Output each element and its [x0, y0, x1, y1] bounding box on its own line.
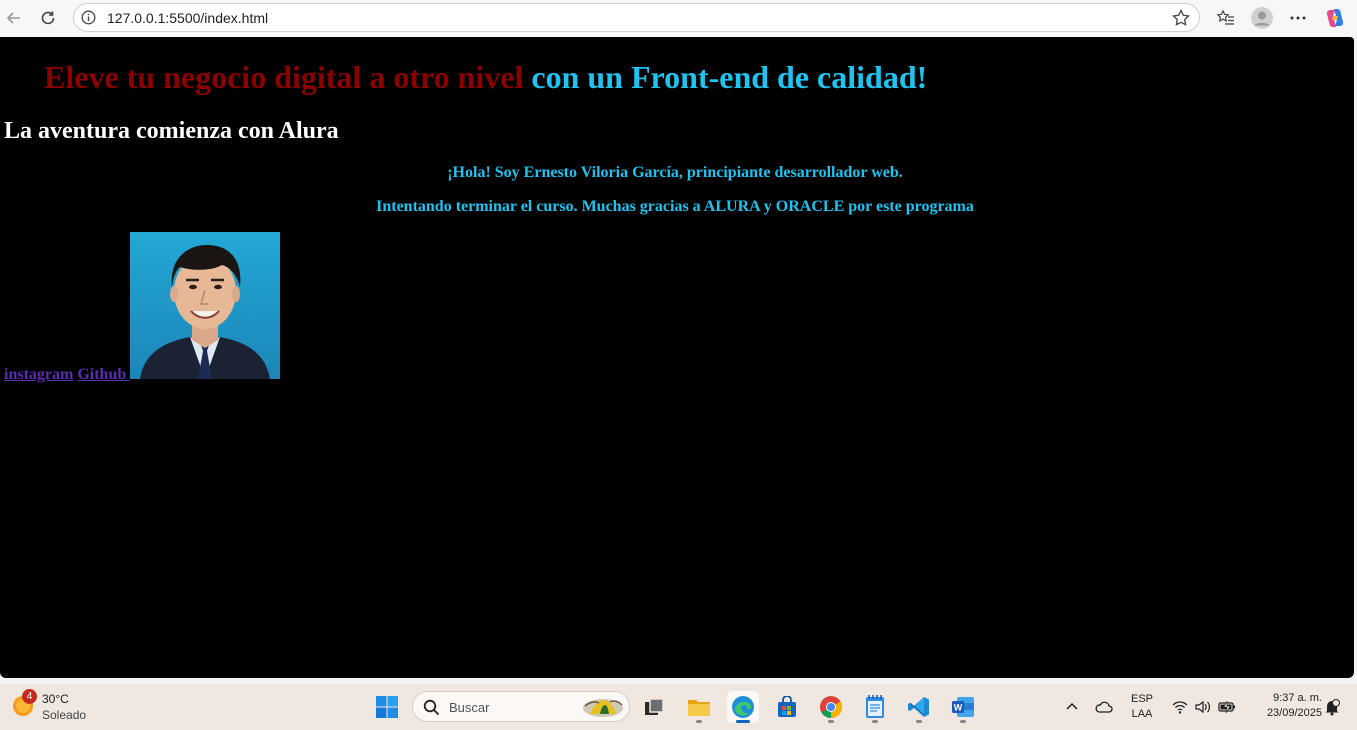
clock-date: 23/09/2025: [1266, 707, 1322, 719]
copilot-icon: [1326, 9, 1344, 27]
chevron-up-icon[interactable]: [1063, 698, 1081, 716]
language-code: ESP: [1130, 693, 1153, 705]
onedrive-cloud-icon[interactable]: [1095, 698, 1113, 716]
weather-description: Soleado: [42, 708, 87, 722]
taskbar-notepad[interactable]: [859, 691, 891, 723]
clock[interactable]: 9:37 a. m. 23/09/2025: [1248, 692, 1322, 719]
clock-time: 9:37 a. m.: [1273, 692, 1322, 704]
social-links: instagram Github: [4, 365, 130, 385]
reload-button[interactable]: [34, 5, 62, 31]
start-button[interactable]: [371, 691, 403, 723]
heading-red-part: Eleve tu negocio digital a otro nivel: [44, 59, 524, 95]
search-icon: [423, 699, 440, 716]
running-indicator: [828, 720, 834, 723]
word-icon: W: [952, 697, 974, 717]
taskbar-vscode[interactable]: [903, 691, 935, 723]
browser-toolbar: 127.0.0.1:5500/index.html: [0, 0, 1357, 37]
notification-bell-icon[interactable]: [1323, 698, 1341, 716]
taskbar-search-box[interactable]: Buscar: [412, 691, 630, 722]
store-bag-icon: [778, 696, 796, 717]
svg-text:W: W: [954, 703, 963, 713]
running-indicator: [916, 720, 922, 723]
search-highlight-art-icon: [583, 699, 623, 717]
taskbar-store[interactable]: [771, 691, 803, 723]
vscode-icon: [908, 697, 929, 717]
thanks-paragraph: Intentando terminar el curso. Muchas gra…: [376, 198, 974, 215]
running-indicator: [872, 720, 878, 723]
language-indicator[interactable]: ESP LAA: [1128, 693, 1156, 720]
chrome-browser-icon: [820, 696, 842, 718]
reload-icon: [41, 11, 55, 25]
taskbar-word[interactable]: W: [947, 691, 979, 723]
profile-button[interactable]: [1249, 5, 1275, 31]
battery-charging-icon[interactable]: [1218, 698, 1236, 716]
settings-menu-button[interactable]: [1285, 5, 1311, 31]
profile-portrait-image: [130, 232, 280, 379]
intro-paragraph: ¡Hola! Soy Ernesto Viloria García, princ…: [447, 164, 903, 181]
github-link-label: Github: [77, 366, 127, 383]
instagram-link[interactable]: instagram: [4, 366, 73, 383]
windows-logo-icon: [376, 696, 398, 718]
weather-notification-badge: 4: [22, 689, 37, 704]
favorites-button[interactable]: [1213, 5, 1239, 31]
wifi-icon[interactable]: [1171, 698, 1189, 716]
keyboard-layout: LAA: [1131, 708, 1153, 720]
profile-photo: [130, 232, 280, 379]
page-heading: Eleve tu negocio digital a otro nivel co…: [44, 57, 927, 97]
back-button[interactable]: [0, 5, 28, 31]
taskbar-edge[interactable]: [727, 691, 759, 723]
heading-cyan-part: con un Front-end de calidad!: [531, 59, 928, 95]
github-link[interactable]: Github: [77, 366, 130, 383]
address-bar[interactable]: 127.0.0.1:5500/index.html: [73, 3, 1200, 32]
page-viewport: Eleve tu negocio digital a otro nivel co…: [0, 37, 1354, 678]
active-indicator: [736, 720, 750, 723]
taskbar-task-view[interactable]: [638, 691, 670, 723]
task-view-icon: [645, 698, 664, 715]
taskbar-chrome[interactable]: [815, 691, 847, 723]
avatar-icon: [1251, 7, 1273, 29]
favorite-star-icon[interactable]: [1171, 8, 1191, 28]
notepad-icon: [866, 695, 884, 718]
edge-browser-icon: [732, 696, 754, 718]
more-dots-icon: [1290, 16, 1306, 20]
weather-temperature: 30°C: [42, 692, 69, 706]
folder-icon: [688, 700, 710, 716]
taskbar-file-explorer[interactable]: [683, 691, 715, 723]
copilot-button[interactable]: [1322, 5, 1348, 31]
search-placeholder: Buscar: [449, 700, 490, 715]
running-indicator: [696, 720, 702, 723]
page-subheading: La aventura comienza con Alura: [4, 118, 339, 144]
address-url[interactable]: 127.0.0.1:5500/index.html: [107, 10, 268, 26]
back-arrow-icon: [6, 12, 20, 24]
volume-icon[interactable]: [1194, 698, 1212, 716]
windows-taskbar: 4 30°C Soleado Buscar W ESP LAA 9:37 a. …: [0, 684, 1357, 730]
favorites-list-icon: [1216, 9, 1234, 25]
site-info-icon[interactable]: [81, 10, 96, 25]
running-indicator: [960, 720, 966, 723]
